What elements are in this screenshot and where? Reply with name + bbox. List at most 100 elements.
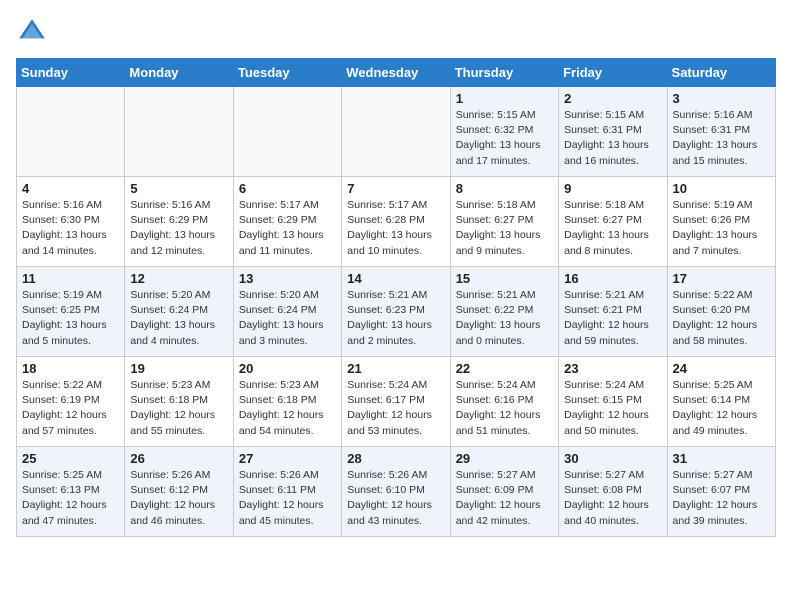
day-number: 26 bbox=[130, 451, 227, 466]
page-header bbox=[16, 16, 776, 48]
day-number: 5 bbox=[130, 181, 227, 196]
weekday-header-monday: Monday bbox=[125, 59, 233, 87]
calendar-cell: 1Sunrise: 5:15 AM Sunset: 6:32 PM Daylig… bbox=[450, 87, 558, 177]
calendar-week-row: 11 Sunrise: 5:19 AM Sunset: 6:25 PM Dayli… bbox=[17, 267, 776, 357]
day-number: 31 bbox=[673, 451, 770, 466]
calendar-week-row: 4Sunrise: 5:16 AM Sunset: 6:30 PM Daylig… bbox=[17, 177, 776, 267]
day-info: Sunrise: 5:19 AM Sunset: 6:25 PM Dayligh… bbox=[22, 288, 119, 349]
calendar-cell: 12 Sunrise: 5:20 AM Sunset: 6:24 PM Dayli… bbox=[125, 267, 233, 357]
day-info: Sunrise: 5:26 AM Sunset: 6:10 PM Dayligh… bbox=[347, 468, 444, 529]
day-number: 15 bbox=[456, 271, 553, 286]
day-number: 9 bbox=[564, 181, 661, 196]
calendar-cell: 29Sunrise: 5:27 AM Sunset: 6:09 PM Dayli… bbox=[450, 447, 558, 537]
day-info: Sunrise: 5:24 AM Sunset: 6:17 PM Dayligh… bbox=[347, 378, 444, 439]
calendar-cell: 8 Sunrise: 5:18 AM Sunset: 6:27 PM Daylig… bbox=[450, 177, 558, 267]
weekday-header-wednesday: Wednesday bbox=[342, 59, 450, 87]
calendar-cell: 4Sunrise: 5:16 AM Sunset: 6:30 PM Daylig… bbox=[17, 177, 125, 267]
day-info: Sunrise: 5:15 AM Sunset: 6:31 PM Dayligh… bbox=[564, 108, 661, 169]
day-info: Sunrise: 5:17 AM Sunset: 6:29 PM Dayligh… bbox=[239, 198, 336, 259]
day-info: Sunrise: 5:24 AM Sunset: 6:16 PM Dayligh… bbox=[456, 378, 553, 439]
day-info: Sunrise: 5:21 AM Sunset: 6:23 PM Dayligh… bbox=[347, 288, 444, 349]
day-info: Sunrise: 5:24 AM Sunset: 6:15 PM Dayligh… bbox=[564, 378, 661, 439]
weekday-header-sunday: Sunday bbox=[17, 59, 125, 87]
day-info: Sunrise: 5:20 AM Sunset: 6:24 PM Dayligh… bbox=[130, 288, 227, 349]
day-info: Sunrise: 5:23 AM Sunset: 6:18 PM Dayligh… bbox=[239, 378, 336, 439]
day-info: Sunrise: 5:26 AM Sunset: 6:12 PM Dayligh… bbox=[130, 468, 227, 529]
day-info: Sunrise: 5:26 AM Sunset: 6:11 PM Dayligh… bbox=[239, 468, 336, 529]
day-number: 10 bbox=[673, 181, 770, 196]
day-number: 23 bbox=[564, 361, 661, 376]
weekday-header-friday: Friday bbox=[559, 59, 667, 87]
calendar-cell: 10 Sunrise: 5:19 AM Sunset: 6:26 PM Dayli… bbox=[667, 177, 775, 267]
weekday-header-row: SundayMondayTuesdayWednesdayThursdayFrid… bbox=[17, 59, 776, 87]
day-number: 27 bbox=[239, 451, 336, 466]
calendar-cell: 16 Sunrise: 5:21 AM Sunset: 6:21 PM Dayli… bbox=[559, 267, 667, 357]
day-number: 6 bbox=[239, 181, 336, 196]
day-number: 16 bbox=[564, 271, 661, 286]
calendar-cell: 25 Sunrise: 5:25 AM Sunset: 6:13 PM Dayli… bbox=[17, 447, 125, 537]
calendar-cell: 26 Sunrise: 5:26 AM Sunset: 6:12 PM Dayli… bbox=[125, 447, 233, 537]
day-info: Sunrise: 5:16 AM Sunset: 6:29 PM Dayligh… bbox=[130, 198, 227, 259]
day-number: 18 bbox=[22, 361, 119, 376]
day-info: Sunrise: 5:22 AM Sunset: 6:20 PM Dayligh… bbox=[673, 288, 770, 349]
calendar-cell: 24Sunrise: 5:25 AM Sunset: 6:14 PM Dayli… bbox=[667, 357, 775, 447]
day-info: Sunrise: 5:25 AM Sunset: 6:13 PM Dayligh… bbox=[22, 468, 119, 529]
day-number: 11 bbox=[22, 271, 119, 286]
calendar-cell bbox=[17, 87, 125, 177]
calendar-cell: 21 Sunrise: 5:24 AM Sunset: 6:17 PM Dayli… bbox=[342, 357, 450, 447]
calendar-table: SundayMondayTuesdayWednesdayThursdayFrid… bbox=[16, 58, 776, 537]
logo-icon bbox=[16, 16, 48, 48]
calendar-cell: 23 Sunrise: 5:24 AM Sunset: 6:15 PM Dayli… bbox=[559, 357, 667, 447]
day-number: 4 bbox=[22, 181, 119, 196]
calendar-cell: 18 Sunrise: 5:22 AM Sunset: 6:19 PM Dayli… bbox=[17, 357, 125, 447]
day-info: Sunrise: 5:17 AM Sunset: 6:28 PM Dayligh… bbox=[347, 198, 444, 259]
calendar-cell bbox=[342, 87, 450, 177]
calendar-cell: 27 Sunrise: 5:26 AM Sunset: 6:11 PM Dayli… bbox=[233, 447, 341, 537]
weekday-header-saturday: Saturday bbox=[667, 59, 775, 87]
day-info: Sunrise: 5:16 AM Sunset: 6:31 PM Dayligh… bbox=[673, 108, 770, 169]
day-number: 3 bbox=[673, 91, 770, 106]
day-info: Sunrise: 5:21 AM Sunset: 6:22 PM Dayligh… bbox=[456, 288, 553, 349]
calendar-cell: 15 Sunrise: 5:21 AM Sunset: 6:22 PM Dayli… bbox=[450, 267, 558, 357]
calendar-cell: 5 Sunrise: 5:16 AM Sunset: 6:29 PM Daylig… bbox=[125, 177, 233, 267]
weekday-header-thursday: Thursday bbox=[450, 59, 558, 87]
day-info: Sunrise: 5:19 AM Sunset: 6:26 PM Dayligh… bbox=[673, 198, 770, 259]
day-number: 30 bbox=[564, 451, 661, 466]
day-info: Sunrise: 5:18 AM Sunset: 6:27 PM Dayligh… bbox=[456, 198, 553, 259]
calendar-cell: 9 Sunrise: 5:18 AM Sunset: 6:27 PM Daylig… bbox=[559, 177, 667, 267]
weekday-header-tuesday: Tuesday bbox=[233, 59, 341, 87]
calendar-cell: 13Sunrise: 5:20 AM Sunset: 6:24 PM Dayli… bbox=[233, 267, 341, 357]
calendar-cell: 31Sunrise: 5:27 AM Sunset: 6:07 PM Dayli… bbox=[667, 447, 775, 537]
day-number: 24 bbox=[673, 361, 770, 376]
calendar-cell: 14 Sunrise: 5:21 AM Sunset: 6:23 PM Dayli… bbox=[342, 267, 450, 357]
calendar-cell: 2Sunrise: 5:15 AM Sunset: 6:31 PM Daylig… bbox=[559, 87, 667, 177]
calendar-cell: 30 Sunrise: 5:27 AM Sunset: 6:08 PM Dayli… bbox=[559, 447, 667, 537]
day-number: 25 bbox=[22, 451, 119, 466]
day-number: 28 bbox=[347, 451, 444, 466]
day-number: 12 bbox=[130, 271, 227, 286]
calendar-week-row: 1Sunrise: 5:15 AM Sunset: 6:32 PM Daylig… bbox=[17, 87, 776, 177]
logo bbox=[16, 16, 52, 48]
day-number: 14 bbox=[347, 271, 444, 286]
day-number: 20 bbox=[239, 361, 336, 376]
calendar-cell: 20 Sunrise: 5:23 AM Sunset: 6:18 PM Dayli… bbox=[233, 357, 341, 447]
calendar-cell: 7 Sunrise: 5:17 AM Sunset: 6:28 PM Daylig… bbox=[342, 177, 450, 267]
day-info: Sunrise: 5:22 AM Sunset: 6:19 PM Dayligh… bbox=[22, 378, 119, 439]
day-number: 22 bbox=[456, 361, 553, 376]
calendar-cell: 6 Sunrise: 5:17 AM Sunset: 6:29 PM Daylig… bbox=[233, 177, 341, 267]
calendar-week-row: 25 Sunrise: 5:25 AM Sunset: 6:13 PM Dayli… bbox=[17, 447, 776, 537]
calendar-cell: 28 Sunrise: 5:26 AM Sunset: 6:10 PM Dayli… bbox=[342, 447, 450, 537]
day-number: 8 bbox=[456, 181, 553, 196]
day-info: Sunrise: 5:15 AM Sunset: 6:32 PM Dayligh… bbox=[456, 108, 553, 169]
day-number: 21 bbox=[347, 361, 444, 376]
calendar-cell: 22 Sunrise: 5:24 AM Sunset: 6:16 PM Dayli… bbox=[450, 357, 558, 447]
day-number: 7 bbox=[347, 181, 444, 196]
day-info: Sunrise: 5:27 AM Sunset: 6:09 PM Dayligh… bbox=[456, 468, 553, 529]
day-info: Sunrise: 5:21 AM Sunset: 6:21 PM Dayligh… bbox=[564, 288, 661, 349]
calendar-cell bbox=[125, 87, 233, 177]
day-info: Sunrise: 5:18 AM Sunset: 6:27 PM Dayligh… bbox=[564, 198, 661, 259]
day-number: 19 bbox=[130, 361, 227, 376]
day-info: Sunrise: 5:20 AM Sunset: 6:24 PM Dayligh… bbox=[239, 288, 336, 349]
calendar-cell: 3 Sunrise: 5:16 AM Sunset: 6:31 PM Daylig… bbox=[667, 87, 775, 177]
day-info: Sunrise: 5:27 AM Sunset: 6:08 PM Dayligh… bbox=[564, 468, 661, 529]
